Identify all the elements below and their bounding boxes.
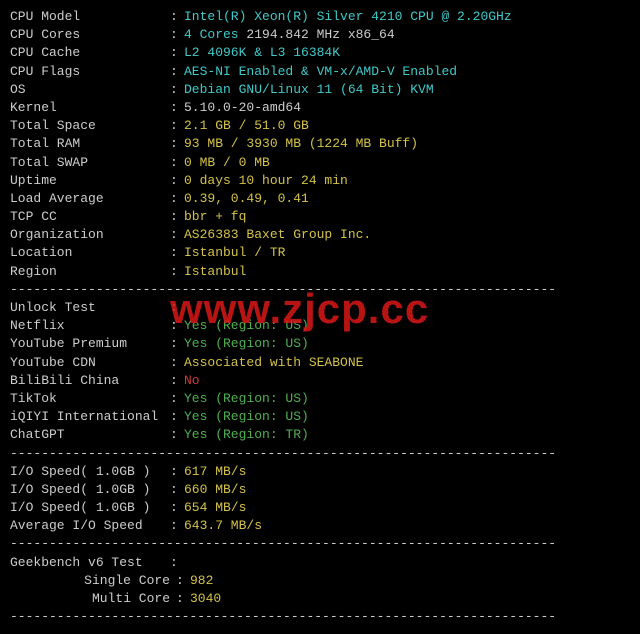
tcp-cc-value: bbr + fq: [184, 208, 246, 226]
divider: ----------------------------------------…: [10, 535, 630, 553]
region-row: Region: Istanbul: [10, 263, 630, 281]
single-core-value: 982: [190, 572, 213, 590]
uptime-value: 0 days 10 hour 24 min: [184, 172, 348, 190]
divider: ----------------------------------------…: [10, 281, 630, 299]
total-space-row: Total Space: 2.1 GB / 51.0 GB: [10, 117, 630, 135]
youtube-premium-row: YouTube Premium: Yes (Region: US): [10, 335, 630, 353]
total-ram-value: 93 MB / 3930 MB (1224 MB Buff): [184, 135, 418, 153]
io-test1-label: I/O Speed( 1.0GB ): [10, 463, 170, 481]
iqiyi-label: iQIYI International: [10, 408, 170, 426]
load-avg-row: Load Average: 0.39, 0.49, 0.41: [10, 190, 630, 208]
netflix-label: Netflix: [10, 317, 170, 335]
multi-core-row: Multi Core: 3040: [10, 590, 630, 608]
total-ram-row: Total RAM: 93 MB / 3930 MB (1224 MB Buff…: [10, 135, 630, 153]
divider: ----------------------------------------…: [10, 608, 630, 626]
single-core-label: Single Core: [10, 572, 176, 590]
io-avg-value: 643.7 MB/s: [184, 517, 262, 535]
geekbench-title: Geekbench v6 Test: [10, 554, 170, 572]
chatgpt-value: Yes (Region: TR): [184, 426, 309, 444]
load-avg-label: Load Average: [10, 190, 170, 208]
cpu-model-value: Intel(R) Xeon(R) Silver 4210 CPU @ 2.20G…: [184, 8, 512, 26]
organization-label: Organization: [10, 226, 170, 244]
cpu-cache-label: CPU Cache: [10, 44, 170, 62]
kernel-label: Kernel: [10, 99, 170, 117]
youtube-premium-value: Yes (Region: US): [184, 335, 309, 353]
region-label: Region: [10, 263, 170, 281]
cpu-flags-label: CPU Flags: [10, 63, 170, 81]
uptime-row: Uptime: 0 days 10 hour 24 min: [10, 172, 630, 190]
cpu-model-label: CPU Model: [10, 8, 170, 26]
tiktok-value: Yes (Region: US): [184, 390, 309, 408]
tcp-cc-label: TCP CC: [10, 208, 170, 226]
cpu-cache-value: L2 4096K & L3 16384K: [184, 44, 340, 62]
location-value: Istanbul / TR: [184, 244, 285, 262]
io-test3-row: I/O Speed( 1.0GB ): 654 MB/s: [10, 499, 630, 517]
youtube-premium-label: YouTube Premium: [10, 335, 170, 353]
chatgpt-row: ChatGPT: Yes (Region: TR): [10, 426, 630, 444]
total-swap-row: Total SWAP: 0 MB / 0 MB: [10, 154, 630, 172]
divider: ----------------------------------------…: [10, 445, 630, 463]
cpu-cores-suffix: 2194.842 MHz x86_64: [239, 26, 395, 44]
bilibili-label: BiliBili China: [10, 372, 170, 390]
uptime-label: Uptime: [10, 172, 170, 190]
io-avg-row: Average I/O Speed: 643.7 MB/s: [10, 517, 630, 535]
multi-core-value: 3040: [190, 590, 221, 608]
netflix-value: Yes (Region: US): [184, 317, 309, 335]
unlock-test-title-row: Unlock Test:: [10, 299, 630, 317]
cpu-cores-row: CPU Cores: 4 Cores 2194.842 MHz x86_64: [10, 26, 630, 44]
kernel-row: Kernel: 5.10.0-20-amd64: [10, 99, 630, 117]
io-avg-label: Average I/O Speed: [10, 517, 170, 535]
region-value: Istanbul: [184, 263, 246, 281]
total-swap-value: 0 MB / 0 MB: [184, 154, 270, 172]
youtube-cdn-value: Associated with SEABONE: [184, 354, 363, 372]
terminal-output: CPU Model: Intel(R) Xeon(R) Silver 4210 …: [10, 8, 630, 626]
organization-value: AS26383 Baxet Group Inc.: [184, 226, 371, 244]
os-value: Debian GNU/Linux 11 (64 Bit) KVM: [184, 81, 434, 99]
tiktok-row: TikTok: Yes (Region: US): [10, 390, 630, 408]
iqiyi-value: Yes (Region: US): [184, 408, 309, 426]
kernel-value: 5.10.0-20-amd64: [184, 99, 301, 117]
load-avg-value: 0.39, 0.49, 0.41: [184, 190, 309, 208]
total-ram-label: Total RAM: [10, 135, 170, 153]
total-swap-label: Total SWAP: [10, 154, 170, 172]
io-test1-row: I/O Speed( 1.0GB ): 617 MB/s: [10, 463, 630, 481]
io-test2-row: I/O Speed( 1.0GB ): 660 MB/s: [10, 481, 630, 499]
netflix-row: Netflix: Yes (Region: US): [10, 317, 630, 335]
tiktok-label: TikTok: [10, 390, 170, 408]
io-test3-value: 654 MB/s: [184, 499, 246, 517]
single-core-row: Single Core: 982: [10, 572, 630, 590]
multi-core-label: Multi Core: [10, 590, 176, 608]
youtube-cdn-row: YouTube CDN: Associated with SEABONE: [10, 354, 630, 372]
location-row: Location: Istanbul / TR: [10, 244, 630, 262]
cpu-cores-label: CPU Cores: [10, 26, 170, 44]
iqiyi-row: iQIYI International: Yes (Region: US): [10, 408, 630, 426]
youtube-cdn-label: YouTube CDN: [10, 354, 170, 372]
os-label: OS: [10, 81, 170, 99]
io-test2-label: I/O Speed( 1.0GB ): [10, 481, 170, 499]
cpu-model-row: CPU Model: Intel(R) Xeon(R) Silver 4210 …: [10, 8, 630, 26]
bilibili-row: BiliBili China: No: [10, 372, 630, 390]
organization-row: Organization: AS26383 Baxet Group Inc.: [10, 226, 630, 244]
io-test2-value: 660 MB/s: [184, 481, 246, 499]
cpu-cache-row: CPU Cache: L2 4096K & L3 16384K: [10, 44, 630, 62]
tcp-cc-row: TCP CC: bbr + fq: [10, 208, 630, 226]
os-row: OS: Debian GNU/Linux 11 (64 Bit) KVM: [10, 81, 630, 99]
cpu-cores-prefix: 4 Cores: [184, 26, 239, 44]
bilibili-value: No: [184, 372, 200, 390]
unlock-test-title: Unlock Test: [10, 299, 170, 317]
chatgpt-label: ChatGPT: [10, 426, 170, 444]
total-space-value: 2.1 GB / 51.0 GB: [184, 117, 309, 135]
io-test1-value: 617 MB/s: [184, 463, 246, 481]
cpu-flags-row: CPU Flags: AES-NI Enabled & VM-x/AMD-V E…: [10, 63, 630, 81]
cpu-flags-value: AES-NI Enabled & VM-x/AMD-V Enabled: [184, 63, 457, 81]
io-test3-label: I/O Speed( 1.0GB ): [10, 499, 170, 517]
total-space-label: Total Space: [10, 117, 170, 135]
location-label: Location: [10, 244, 170, 262]
geekbench-title-row: Geekbench v6 Test:: [10, 554, 630, 572]
